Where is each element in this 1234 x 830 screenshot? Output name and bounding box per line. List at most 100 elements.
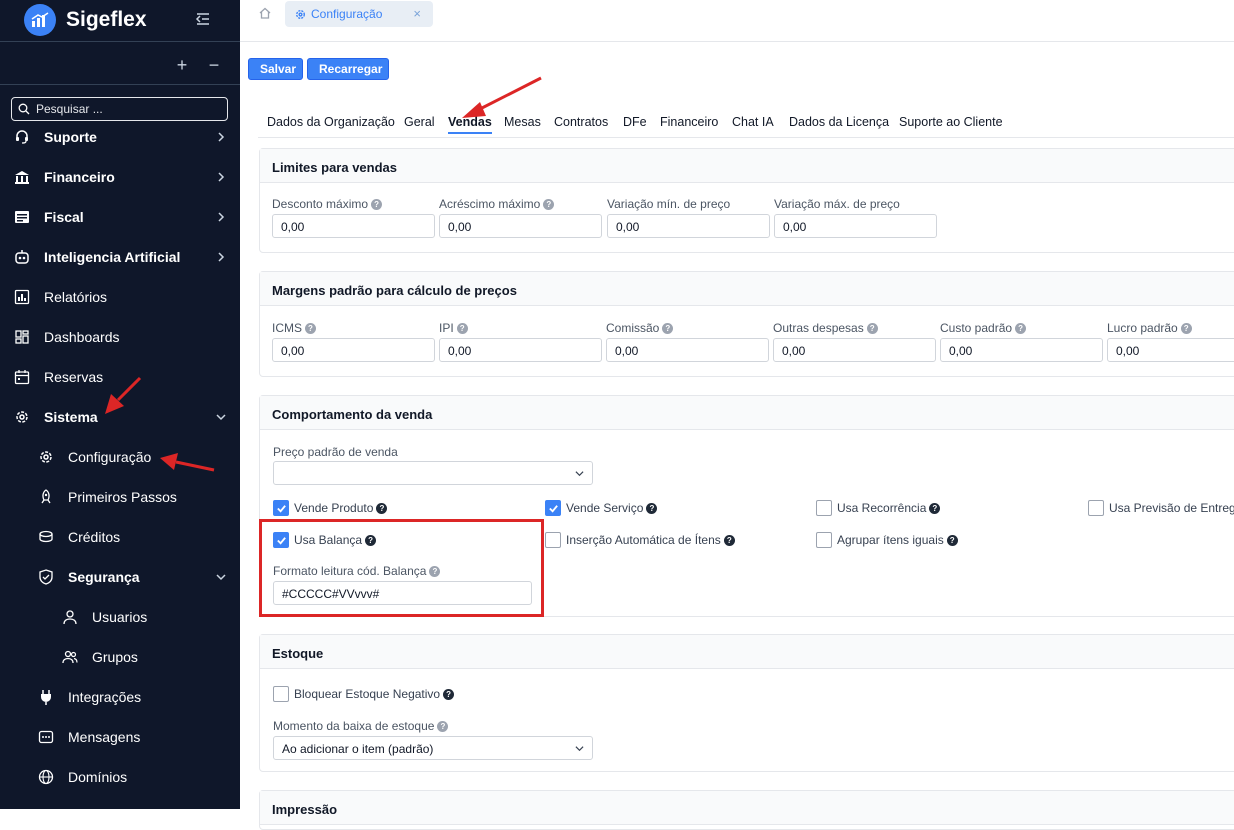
field-label: Variação mín. de preço [607,197,731,211]
sidebar-item-usuarios[interactable]: Usuarios [62,603,226,631]
globe-icon [38,769,54,785]
sidebar-item-inteligencia-artificial[interactable]: Inteligencia Artificial [14,243,226,271]
divider [0,41,240,42]
close-tab-icon[interactable]: × [413,6,421,21]
outras-despesas-input[interactable]: 0,00 [773,338,936,362]
sidebar-item-financeiro[interactable]: Financeiro [14,163,226,191]
vende-servico-checkbox[interactable]: Vende Serviço? [545,500,658,516]
tab-geral[interactable]: Geral [404,115,435,129]
checkbox-label: Bloquear Estoque Negativo [294,687,441,701]
sidebar-item-relatorios[interactable]: Relatórios [14,283,226,311]
chevron-right-icon [218,212,225,222]
sidebar-item-fiscal[interactable]: Fiscal [14,203,226,231]
tab-financeiro[interactable]: Financeiro [660,115,718,129]
tab-contratos[interactable]: Contratos [554,115,608,129]
help-icon[interactable]: ? [946,534,958,546]
sidebar-item-grupos[interactable]: Grupos [62,643,226,671]
reload-label: Recarregar [319,62,383,76]
comissao-input[interactable]: 0,00 [606,338,769,362]
help-icon[interactable]: ? [305,323,316,334]
acrescimo-maximo-input[interactable]: 0,00 [439,214,602,238]
checkbox-unchecked[interactable] [1088,500,1104,516]
calendar-icon [14,370,30,385]
sidebar-item-configuracao[interactable]: Configuração [38,443,226,471]
sidebar-item-reservas[interactable]: Reservas [14,363,226,391]
tab-dados-licenca[interactable]: Dados da Licença [789,115,889,129]
tab-configuracao[interactable]: Configuração × [285,1,433,27]
usa-previsao-entrega-checkbox[interactable]: Usa Previsão de Entrega [1088,500,1234,516]
brand[interactable]: Sigeflex [24,4,147,36]
bloquear-estoque-checkbox[interactable]: Bloquear Estoque Negativo? [273,686,455,702]
help-icon[interactable]: ? [929,502,941,514]
help-icon[interactable]: ? [456,323,468,334]
sidebar-item-primeiros-passos[interactable]: Primeiros Passos [38,483,226,511]
sidebar-item-creditos[interactable]: Créditos [38,523,226,551]
user-icon [63,610,77,625]
variacao-max-input[interactable]: 0,00 [774,214,937,238]
sidebar-item-label: Suporte [44,129,97,145]
help-icon[interactable]: ? [376,502,388,514]
vende-produto-checkbox[interactable]: Vende Produto? [273,500,388,516]
help-icon[interactable]: ? [646,502,658,514]
sidebar-search[interactable] [11,97,228,121]
checkbox-label: Inserção Automática de Ítens [566,533,721,547]
limits-card: Limites para vendas Desconto máximo? Acr… [259,148,1234,253]
tab-chat-ia[interactable]: Chat IA [732,115,774,129]
tab-dfe[interactable]: DFe [623,115,647,129]
momento-baixa-select[interactable]: Ao adicionar o item (padrão) [273,736,593,760]
search-input[interactable] [36,102,216,116]
tab-dados-organizacao[interactable]: Dados da Organização [267,115,395,129]
help-icon[interactable]: ? [543,199,555,210]
help-icon[interactable]: ? [1015,323,1027,334]
sidebar-item-label: Grupos [92,649,138,665]
checkbox-unchecked[interactable] [816,500,832,516]
sidebar-item-label: Primeiros Passos [68,489,177,505]
home-icon[interactable] [258,6,272,20]
sidebar-item-sistema[interactable]: Sistema [14,403,226,431]
preco-padrao-select[interactable] [273,461,593,485]
collapse-sidebar-icon[interactable] [194,10,212,28]
sidebar-item-label: Configuração [68,449,152,465]
checkbox-unchecked[interactable] [816,532,832,548]
desconto-maximo-input[interactable]: 0,00 [272,214,435,238]
reload-button[interactable]: Recarregar [307,58,389,80]
sidebar-item-suporte[interactable]: Suporte [14,123,226,151]
field-label: IPI? [439,321,468,335]
insercao-automatica-checkbox[interactable]: Inserção Automática de Ítens? [545,532,735,548]
sidebar-item-mensagens[interactable]: Mensagens [38,723,226,751]
tab-suporte-cliente[interactable]: Suporte ao Cliente [899,115,1003,129]
checkbox-checked[interactable] [273,500,289,516]
expand-all-button[interactable]: + [175,55,189,76]
checkbox-unchecked[interactable] [273,686,289,702]
icms-input[interactable]: 0,00 [272,338,435,362]
tab-vendas[interactable]: Vendas [448,115,492,134]
save-button[interactable]: Salvar [248,58,303,80]
ipi-input[interactable]: 0,00 [439,338,602,362]
sidebar-item-label: Segurança [68,569,140,585]
agrupar-itens-checkbox[interactable]: Agrupar ítens iguais? [816,532,958,548]
help-icon[interactable]: ? [723,534,735,546]
checkbox-checked[interactable] [545,500,561,516]
sidebar-item-integracoes[interactable]: Integrações [38,683,226,711]
tab-label: Configuração [311,7,383,21]
help-icon[interactable]: ? [1180,323,1192,334]
help-icon[interactable]: ? [371,199,383,210]
lucro-padrao-input[interactable]: 0,00 [1107,338,1234,362]
sidebar-item-dashboards[interactable]: Dashboards [14,323,226,351]
app-name: Sigeflex [66,8,147,31]
tab-mesas[interactable]: Mesas [504,115,541,129]
help-icon[interactable]: ? [437,721,449,732]
shield-icon [39,569,53,585]
sidebar-item-dominios[interactable]: Domínios [38,763,226,791]
sidebar-item-seguranca[interactable]: Segurança [38,563,226,591]
usa-recorrencia-checkbox[interactable]: Usa Recorrência? [816,500,941,516]
help-icon[interactable]: ? [662,323,674,334]
custo-padrao-input[interactable]: 0,00 [940,338,1103,362]
checkbox-unchecked[interactable] [545,532,561,548]
help-icon[interactable]: ? [443,688,455,700]
margins-card: Margens padrão para cálculo de preços IC… [259,271,1234,377]
help-icon[interactable]: ? [866,323,878,334]
card-title: Limites para vendas [260,149,1234,183]
collapse-all-button[interactable]: − [207,55,221,76]
variacao-min-input[interactable]: 0,00 [607,214,770,238]
